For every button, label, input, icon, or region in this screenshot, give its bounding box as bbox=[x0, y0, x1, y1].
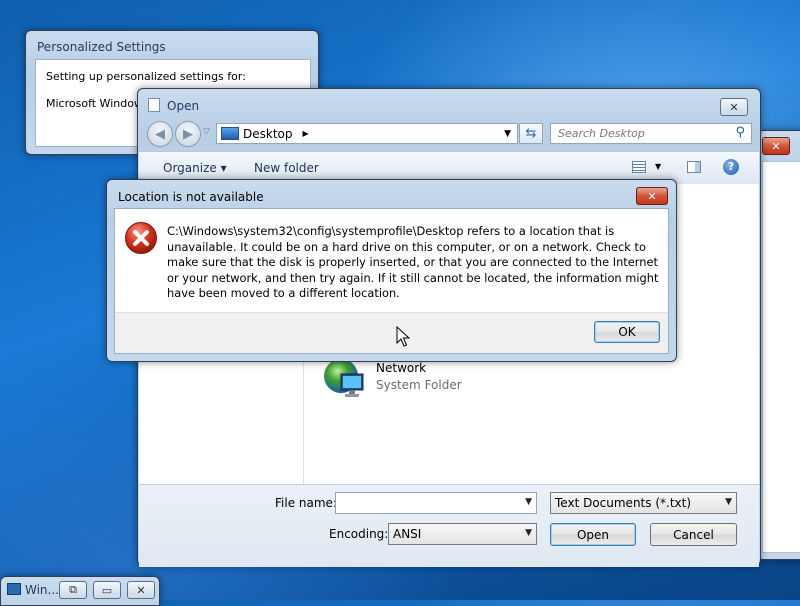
history-dropdown-icon[interactable]: ▽ bbox=[203, 127, 210, 137]
back-button[interactable]: ◀ bbox=[147, 121, 173, 147]
close-button[interactable]: ✕ bbox=[636, 187, 668, 205]
window-title: Personalized Settings bbox=[37, 40, 166, 54]
refresh-button[interactable]: ⇆ bbox=[519, 123, 543, 144]
close-icon: ✕ bbox=[647, 189, 657, 203]
mouse-cursor-icon bbox=[396, 326, 410, 347]
restore-button[interactable]: ⧉ bbox=[59, 581, 87, 599]
close-icon: ✕ bbox=[771, 139, 781, 153]
notepad-icon bbox=[148, 98, 160, 112]
open-button[interactable]: Open bbox=[550, 523, 636, 546]
file-type-value: Text Documents (*.txt) bbox=[555, 496, 692, 510]
organize-menu[interactable]: Organize ▾ bbox=[163, 161, 227, 175]
app-icon bbox=[7, 583, 21, 595]
file-name-dropdown-icon[interactable]: ▼ bbox=[525, 497, 532, 507]
preview-pane-icon[interactable] bbox=[687, 161, 701, 173]
search-placeholder: Search Desktop bbox=[558, 127, 645, 140]
close-icon: ✕ bbox=[729, 100, 739, 114]
forward-button[interactable]: ▶ bbox=[175, 121, 201, 147]
address-bar[interactable]: Desktop ▶ ▼ bbox=[216, 123, 518, 144]
minimized-window[interactable]: Win... ⧉ ▭ ✕ bbox=[0, 576, 160, 606]
search-box[interactable]: Search Desktop ⚲ bbox=[550, 123, 752, 144]
error-icon bbox=[125, 222, 157, 254]
network-globe-icon bbox=[324, 359, 364, 397]
refresh-icon: ⇆ bbox=[525, 126, 537, 141]
restore-icon: ⧉ bbox=[69, 583, 77, 596]
network-item[interactable] bbox=[321, 356, 369, 404]
file-type-select[interactable]: Text Documents (*.txt) ▼ bbox=[550, 492, 737, 514]
close-icon: ✕ bbox=[136, 583, 146, 597]
forward-arrow-icon: ▶ bbox=[183, 126, 193, 142]
status-text: Setting up personalized settings for: bbox=[46, 70, 246, 83]
address-text: Desktop bbox=[243, 126, 293, 141]
window-title: Location is not available bbox=[118, 190, 264, 204]
error-footer: OK bbox=[115, 312, 668, 353]
background-window-client bbox=[762, 161, 800, 553]
error-message: C:\Windows\system32\config\systemprofile… bbox=[167, 224, 659, 300]
background-window: ✕ bbox=[757, 130, 800, 560]
new-folder-button[interactable]: New folder bbox=[254, 161, 319, 175]
file-type-dropdown-icon[interactable]: ▼ bbox=[725, 497, 732, 507]
maximize-icon: ▭ bbox=[101, 583, 113, 597]
file-name-panel: File name: ▼ Text Documents (*.txt) ▼ En… bbox=[139, 484, 759, 567]
help-icon[interactable]: ? bbox=[723, 159, 739, 175]
location-error-dialog: Location is not available ✕ C:\Windows\s… bbox=[106, 179, 677, 362]
network-item-type: System Folder bbox=[376, 378, 462, 392]
error-body: C:\Windows\system32\config\systemprofile… bbox=[114, 208, 669, 354]
ok-button[interactable]: OK bbox=[594, 321, 660, 343]
encoding-value: ANSI bbox=[393, 527, 422, 541]
close-button[interactable]: ✕ bbox=[720, 98, 748, 116]
back-arrow-icon: ◀ bbox=[155, 126, 165, 142]
window-title: Open bbox=[167, 99, 200, 113]
desktop-icon bbox=[221, 127, 239, 140]
close-button[interactable]: ✕ bbox=[127, 581, 155, 599]
view-dropdown-icon[interactable]: ▼ bbox=[655, 162, 661, 171]
breadcrumb-arrow-icon[interactable]: ▶ bbox=[303, 129, 309, 138]
network-item-name[interactable]: Network bbox=[376, 361, 426, 375]
address-dropdown-icon[interactable]: ▼ bbox=[504, 129, 511, 139]
view-icon[interactable] bbox=[632, 161, 646, 173]
maximize-button[interactable]: ▭ bbox=[93, 581, 121, 599]
file-name-input[interactable]: ▼ bbox=[335, 492, 537, 514]
cancel-button[interactable]: Cancel bbox=[650, 523, 737, 546]
background-close-button[interactable]: ✕ bbox=[762, 137, 790, 155]
product-name: Microsoft Windows bbox=[46, 97, 149, 110]
search-icon[interactable]: ⚲ bbox=[735, 125, 745, 140]
encoding-dropdown-icon[interactable]: ▼ bbox=[525, 528, 532, 538]
file-name-label: File name: bbox=[275, 496, 337, 510]
encoding-select[interactable]: ANSI ▼ bbox=[388, 523, 537, 545]
encoding-label: Encoding: bbox=[329, 527, 389, 541]
minimized-window-title: Win... bbox=[25, 583, 59, 597]
